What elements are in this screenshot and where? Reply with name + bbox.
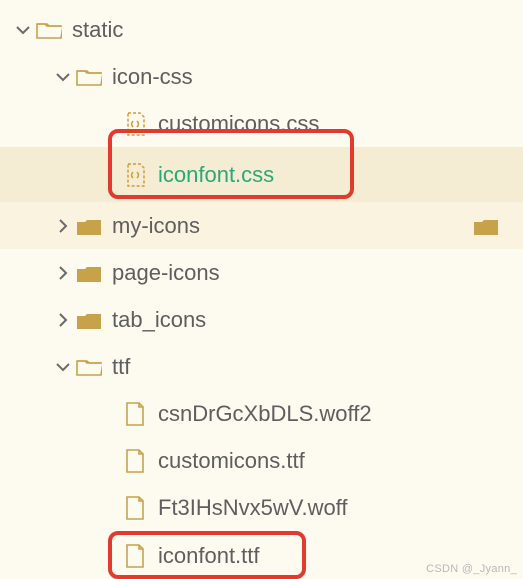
chevron-down-icon [14, 23, 32, 37]
file-icon [122, 495, 148, 521]
folder-closed-icon [76, 260, 102, 286]
tree-item-my-icons[interactable]: my-icons [0, 202, 523, 249]
tree-label: csnDrGcXbDLS.woff2 [158, 401, 372, 427]
file-icon [122, 543, 148, 569]
chevron-right-icon [54, 266, 72, 280]
tree-label: icon-css [112, 64, 193, 90]
tree-label: static [72, 17, 123, 43]
chevron-down-icon [54, 70, 72, 84]
tree-label: Ft3IHsNvx5wV.woff [158, 495, 348, 521]
chevron-down-icon [54, 360, 72, 374]
tree-item-icon-css[interactable]: icon-css [0, 53, 523, 100]
tree-label: iconfont.css [158, 162, 274, 188]
tree-label: iconfont.ttf [158, 543, 260, 569]
css-file-icon [122, 111, 148, 137]
tree-label: ttf [112, 354, 130, 380]
tree-item-customicons-ttf[interactable]: customicons.ttf [0, 437, 523, 484]
tree-label: tab_icons [112, 307, 206, 333]
tree-item-iconfont-css[interactable]: iconfont.css [0, 147, 523, 202]
folder-closed-icon [76, 307, 102, 333]
file-icon [122, 401, 148, 427]
tree-item-ttf[interactable]: ttf [0, 343, 523, 390]
file-icon [122, 448, 148, 474]
tree-item-tab-icons[interactable]: tab_icons [0, 296, 523, 343]
tree-item-static[interactable]: static [0, 6, 523, 53]
tree-item-customicons-css[interactable]: customicons.css [0, 100, 523, 147]
folder-open-icon [76, 354, 102, 380]
folder-open-icon [76, 64, 102, 90]
chevron-right-icon [54, 313, 72, 327]
tree-item-page-icons[interactable]: page-icons [0, 249, 523, 296]
tree-label: customicons.ttf [158, 448, 305, 474]
css-file-icon [122, 162, 148, 188]
tree-item-ft3-woff[interactable]: Ft3IHsNvx5wV.woff [0, 484, 523, 531]
tree-item-csn-woff2[interactable]: csnDrGcXbDLS.woff2 [0, 390, 523, 437]
tree-label: my-icons [112, 213, 200, 239]
tree-label: page-icons [112, 260, 220, 286]
folder-closed-icon [76, 213, 102, 239]
watermark: CSDN @_Jyann_ [426, 563, 517, 575]
chevron-right-icon [54, 219, 72, 233]
tree-label: customicons.css [158, 111, 319, 137]
file-tree: static icon-css customicons.css iconfont… [0, 0, 523, 579]
folder-closed-icon [473, 213, 499, 239]
folder-open-icon [36, 17, 62, 43]
